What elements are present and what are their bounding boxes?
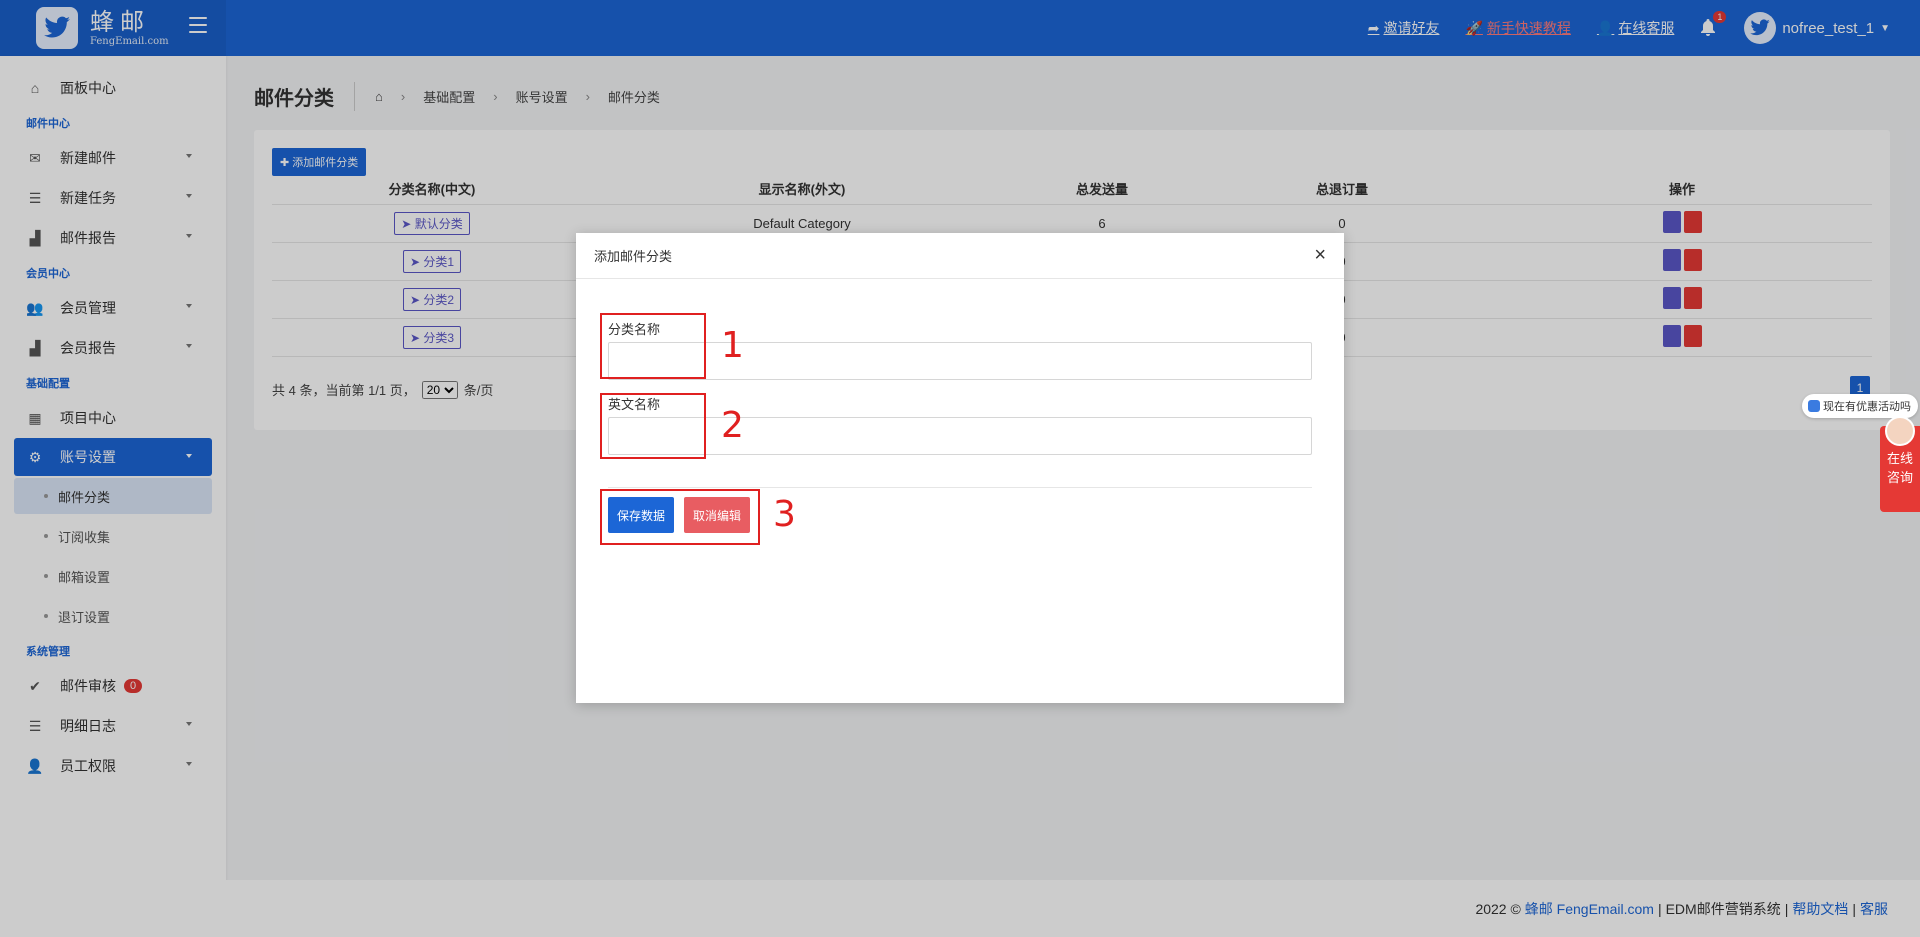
annotation-number-1: 1: [721, 325, 744, 366]
divider: [608, 487, 1312, 488]
modal-title: 添加邮件分类: [594, 249, 673, 264]
field-category-name: 分类名称: [608, 319, 1312, 380]
annotation-box-3: [600, 489, 760, 545]
category-name-input[interactable]: [608, 342, 1312, 380]
agent-avatar: [1885, 416, 1915, 446]
english-name-input[interactable]: [608, 417, 1312, 455]
close-icon[interactable]: ×: [1314, 244, 1326, 267]
annotation-number-2: 2: [721, 405, 744, 446]
field-english-name: 英文名称: [608, 394, 1312, 455]
english-name-label: 英文名称: [608, 397, 661, 412]
category-name-label: 分类名称: [608, 322, 661, 337]
add-category-modal: 添加邮件分类 × 分类名称 英文名称 保存数据 取消编辑: [576, 233, 1344, 703]
annotation-box-1: [600, 313, 706, 379]
chat-bubble[interactable]: 现在有优惠活动吗: [1802, 394, 1918, 418]
online-consult-widget[interactable]: 在线 咨询: [1880, 416, 1920, 512]
chat-icon: [1808, 400, 1820, 412]
annotation-number-3: 3: [773, 494, 796, 535]
annotation-box-2: [600, 393, 706, 459]
